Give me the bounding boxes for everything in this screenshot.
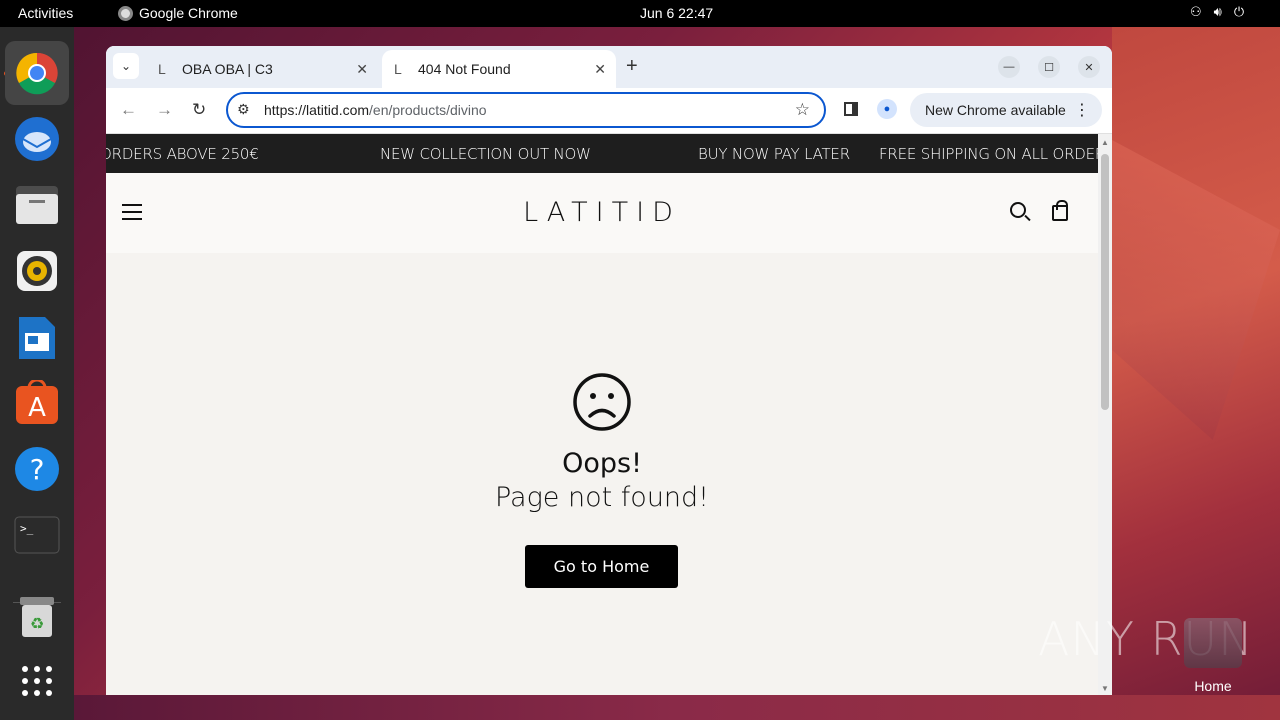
announcement-item: ORDERS ABOVE 250€ — [106, 145, 259, 163]
site-logo[interactable]: LATITID — [106, 197, 1098, 228]
app-menu[interactable]: Google Chrome — [118, 5, 238, 21]
tab-strip: ⌄ L OBA OBA | C3 ✕ L 404 Not Found ✕ + —… — [106, 46, 1112, 88]
page-content: ORDERS ABOVE 250€ NEW COLLECTION OUT NOW… — [106, 134, 1098, 695]
maximize-button[interactable]: ☐ — [1038, 56, 1060, 78]
cart-icon[interactable] — [1052, 200, 1068, 221]
announcement-item: FREE SHIPPING ON ALL ORDERS — [879, 145, 1098, 163]
forward-icon[interactable]: → — [156, 100, 173, 120]
system-top-bar: Activities Google Chrome Jun 6 22:47 ⚇ 🔊… — [0, 0, 1280, 27]
reload-icon[interactable]: ↻ — [192, 100, 206, 120]
go-home-button[interactable]: Go to Home — [525, 545, 678, 588]
update-chrome-button[interactable]: New Chrome available ⋮ — [910, 93, 1102, 127]
site-header: LATITID — [106, 173, 1098, 253]
tab-404[interactable]: L 404 Not Found ✕ — [382, 50, 616, 88]
announcement-bar: ORDERS ABOVE 250€ NEW COLLECTION OUT NOW… — [106, 134, 1098, 173]
power-icon: ⏻ — [1233, 4, 1245, 19]
app-center-icon[interactable]: A — [13, 379, 61, 427]
rhythmbox-icon[interactable] — [13, 247, 61, 295]
new-tab-button[interactable]: + — [626, 55, 638, 78]
trash-icon[interactable]: ♻ — [13, 593, 61, 641]
error-subheading: Page not found! — [494, 482, 710, 513]
system-tray[interactable]: ⚇ 🔊︎ ⏻ — [1190, 4, 1244, 20]
address-bar[interactable]: ⚙ https://latitid.com/en/products/divino… — [226, 92, 826, 128]
url-path: /en/products/divino — [369, 102, 487, 118]
chrome-small-icon — [118, 5, 133, 21]
scrollbar-thumb[interactable] — [1101, 154, 1109, 410]
url-host: https://latitid.com — [264, 102, 370, 118]
network-icon: ⚇ — [1190, 4, 1202, 19]
help-icon[interactable]: ? — [13, 445, 61, 493]
writer-icon[interactable] — [13, 314, 61, 362]
terminal-icon[interactable]: >_ — [13, 511, 61, 559]
tab-favicon: L — [158, 61, 166, 77]
chrome-window: ⌄ L OBA OBA | C3 ✕ L 404 Not Found ✕ + —… — [106, 46, 1112, 695]
svg-text:♻: ♻ — [30, 616, 44, 633]
app-grid-icon[interactable] — [13, 657, 61, 705]
clock[interactable]: Jun 6 22:47 — [640, 5, 713, 21]
announcement-item: BUY NOW PAY LATER — [698, 145, 850, 163]
dock: A ? >_ ♻ — [0, 27, 74, 720]
bookmark-star-icon[interactable]: ☆ — [795, 100, 810, 120]
files-icon[interactable] — [13, 181, 61, 229]
chrome-icon[interactable] — [5, 41, 69, 105]
thunderbird-icon[interactable] — [13, 115, 61, 163]
search-icon[interactable] — [1010, 202, 1026, 218]
svg-text:?: ? — [30, 453, 45, 486]
back-icon[interactable]: ← — [120, 100, 137, 120]
home-folder-icon[interactable] — [1184, 618, 1242, 668]
side-panel-icon[interactable] — [844, 102, 858, 116]
browser-toolbar: ← → ↻ ⚙ https://latitid.com/en/products/… — [106, 88, 1112, 134]
home-folder-label[interactable]: Home — [1180, 678, 1246, 694]
close-icon[interactable]: ✕ — [356, 61, 368, 78]
page-scrollbar[interactable]: ▲ ▼ — [1098, 134, 1112, 695]
scroll-down-icon[interactable]: ▼ — [1101, 684, 1109, 693]
site-info-icon[interactable]: ⚙ — [237, 101, 250, 118]
window-close-button[interactable]: ✕ — [1078, 56, 1100, 78]
volume-icon: 🔊︎ — [1213, 4, 1222, 19]
update-label: New Chrome available — [925, 102, 1066, 118]
tab-favicon: L — [394, 61, 402, 77]
sad-face-icon — [573, 373, 631, 431]
profile-icon[interactable]: ● — [877, 99, 897, 119]
scroll-up-icon[interactable]: ▲ — [1101, 138, 1109, 147]
tab-search-button[interactable]: ⌄ — [113, 53, 139, 79]
activities-button[interactable]: Activities — [18, 5, 73, 21]
tab-title: OBA OBA | C3 — [182, 61, 273, 77]
error-heading: Oops! — [562, 448, 642, 479]
announcement-item: NEW COLLECTION OUT NOW — [380, 145, 591, 163]
minimize-button[interactable]: — — [998, 56, 1020, 78]
tab-oba-oba[interactable]: L OBA OBA | C3 ✕ — [146, 50, 378, 88]
app-menu-label: Google Chrome — [139, 5, 238, 21]
tab-title: 404 Not Found — [418, 61, 511, 77]
svg-text:>_: >_ — [20, 522, 34, 535]
kebab-menu-icon[interactable]: ⋮ — [1074, 100, 1090, 120]
chevron-down-icon: ⌄ — [120, 59, 132, 73]
svg-text:A: A — [28, 393, 46, 423]
wallpaper-bottom — [74, 695, 1280, 720]
close-icon[interactable]: ✕ — [594, 61, 606, 78]
